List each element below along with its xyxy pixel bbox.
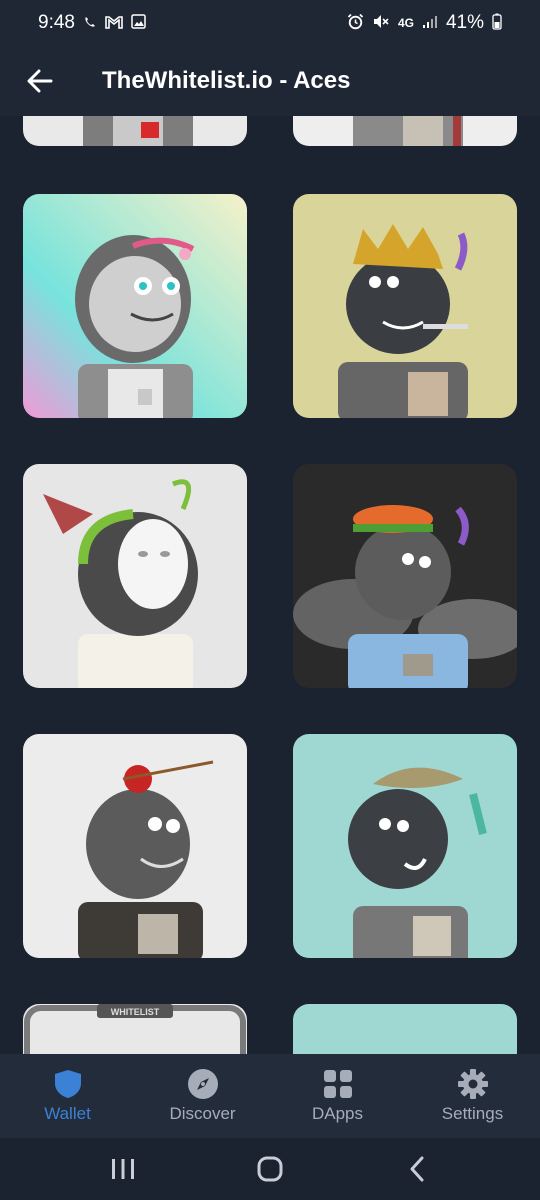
nav-label-dapps: DApps [311,1104,364,1123]
nft-card[interactable] [23,464,247,688]
nft-card[interactable] [23,734,247,958]
screen: 9:48 4G 41% TheWhitelist.io - Aces WHITE… [0,0,540,1200]
nft-grid: WHITELIST [0,116,540,1054]
shield-icon [54,1070,81,1098]
recent-apps-icon [112,1159,135,1179]
battery-icon [492,13,502,33]
nav-label-discover: Discover [169,1104,236,1123]
page-title: TheWhitelist.io - Aces [102,67,351,94]
alarm-icon [347,13,364,33]
nft-card[interactable] [293,116,517,146]
back-button[interactable] [0,46,80,116]
nav-item-settings[interactable]: Settings [405,1054,540,1138]
network-type: 4G [397,16,414,30]
gallery-icon [131,14,146,32]
nav-item-wallet[interactable]: Wallet [0,1054,135,1138]
system-nav-bar [0,1138,540,1200]
nft-card[interactable]: WHITELIST [23,1004,247,1054]
battery-percent: 41% [445,12,484,33]
system-back-button[interactable] [387,1144,447,1194]
gmail-icon [105,15,123,32]
status-right: 4G 41% [347,12,502,34]
nav-label-wallet: Wallet [44,1104,91,1123]
status-left: 9:48 [38,12,146,34]
nft-card[interactable] [293,464,517,688]
whitelist-badge-text: WHITELIST [111,1007,160,1017]
compass-icon [187,1069,218,1099]
home-icon [257,1156,283,1182]
nft-card[interactable] [23,194,247,418]
app-bar: TheWhitelist.io - Aces [0,46,540,116]
gear-icon [457,1069,488,1099]
nav-item-discover[interactable]: Discover [135,1054,270,1138]
nft-card[interactable] [293,194,517,418]
bottom-nav: Wallet Discover DApps Settings [0,1054,540,1138]
home-button[interactable] [240,1144,300,1194]
nft-card[interactable] [293,1004,517,1054]
status-bar: 9:48 4G 41% [0,0,540,46]
nft-card[interactable] [293,734,517,958]
mute-icon [372,13,390,33]
arrow-left-icon [27,69,53,93]
chevron-left-icon [410,1156,424,1182]
grid-icon [323,1070,352,1098]
nav-item-dapps[interactable]: DApps [270,1054,405,1138]
recent-apps-button[interactable] [93,1144,153,1194]
nft-card[interactable] [23,116,247,146]
nav-label-settings: Settings [441,1104,504,1123]
wifi-calling-icon [83,15,97,32]
status-time: 9:48 [38,12,75,33]
signal-icon [422,14,438,32]
